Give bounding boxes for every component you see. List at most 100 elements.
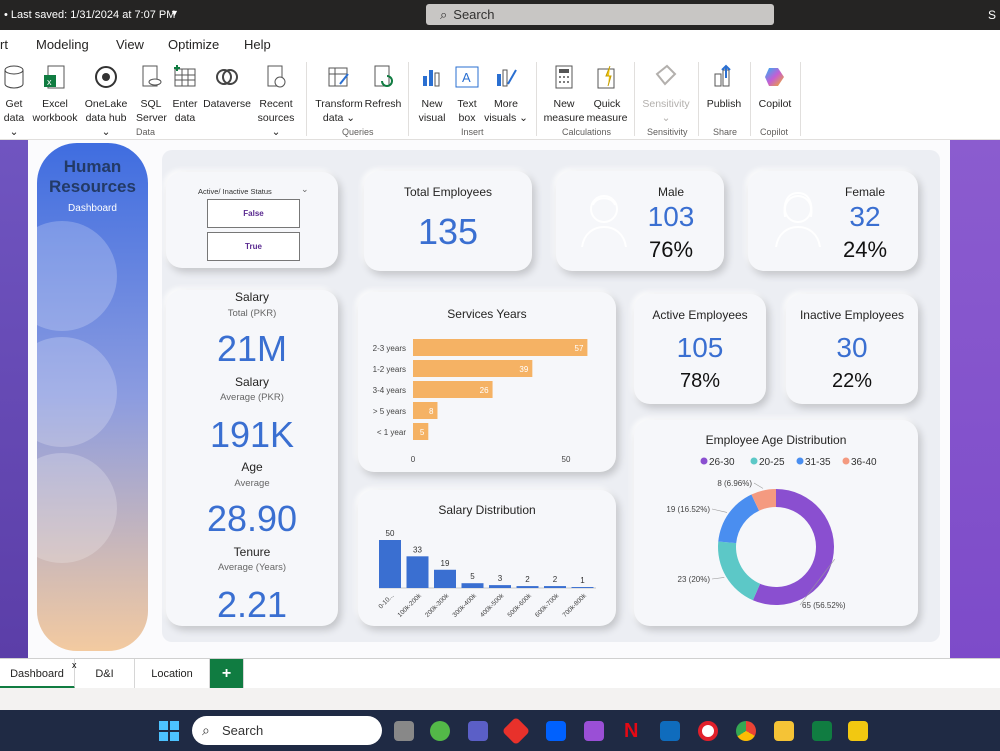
new-measure-button[interactable]: New measure xyxy=(542,64,586,125)
tick-label: 50 xyxy=(562,455,571,464)
menu-insert[interactable]: rt xyxy=(0,37,8,52)
legend-label: 36-40 xyxy=(851,457,877,468)
tab-di-label: D&I xyxy=(95,668,114,680)
category-label: 2-3 years xyxy=(373,344,406,353)
task-view-icon[interactable] xyxy=(394,721,414,741)
slicer-option-false[interactable]: False xyxy=(207,199,300,228)
female-label: Female xyxy=(844,185,885,199)
data-label: 8 xyxy=(429,407,434,416)
active-value: 105 xyxy=(676,332,724,363)
new-visual-button[interactable]: New visual xyxy=(416,64,448,125)
anydesk-icon[interactable] xyxy=(501,716,531,746)
quick-measure-button[interactable]: Quick measure xyxy=(586,64,628,125)
transform-data-button[interactable]: Transform data ⌄ xyxy=(314,64,364,125)
excel-icon: x xyxy=(44,65,65,89)
canvas-right-edge xyxy=(950,140,1000,658)
tick-label: 0 xyxy=(411,455,416,464)
taskbar: ⌕ Search N xyxy=(0,710,1000,751)
add-page-button[interactable]: + xyxy=(210,659,244,689)
netflix-icon[interactable]: N xyxy=(624,720,638,743)
taskbar-search-box[interactable]: ⌕ Search xyxy=(192,716,382,745)
more-visuals-l1: More xyxy=(494,98,518,110)
bar xyxy=(571,587,594,588)
text-box-button[interactable]: A Text box xyxy=(452,64,482,125)
onelake-button[interactable]: OneLake data hub ⌄ xyxy=(80,64,132,139)
text-box-icon: A xyxy=(455,66,479,88)
new-visual-l2: visual xyxy=(418,112,446,124)
menu-modeling[interactable]: Modeling xyxy=(36,37,89,52)
opera-icon[interactable] xyxy=(698,721,718,741)
tab-di[interactable]: D&I xyxy=(75,659,135,689)
excel-taskbar-icon[interactable] xyxy=(812,721,832,741)
ribbon-divider xyxy=(408,62,409,136)
data-label: 3 xyxy=(498,574,503,583)
legend-swatch xyxy=(750,457,758,465)
dataverse-button[interactable]: Dataverse xyxy=(203,64,251,111)
tab-dashboard[interactable]: Dashboard xyxy=(0,659,75,689)
account-initial[interactable]: S xyxy=(988,8,996,22)
canvas-left-edge xyxy=(0,140,28,658)
status-slicer: Active/ Inactive Status ⌄ False True xyxy=(166,172,338,268)
menu-help[interactable]: Help xyxy=(244,37,271,52)
refresh-button[interactable]: Refresh xyxy=(364,64,402,111)
utorrent-icon[interactable] xyxy=(430,721,450,741)
chrome-icon[interactable] xyxy=(736,721,756,741)
sql-server-button[interactable]: SQL Server xyxy=(136,64,167,125)
menu-optimize[interactable]: Optimize xyxy=(168,37,219,52)
excel-workbook-button[interactable]: x Excel workbook xyxy=(30,64,80,125)
title-search-label: Search xyxy=(453,7,495,22)
bar xyxy=(516,586,539,588)
power-bi-icon[interactable] xyxy=(848,721,868,741)
inactive-value: 30 xyxy=(836,332,868,363)
bar xyxy=(413,402,438,419)
bar-chart-icon xyxy=(423,70,440,87)
slicer-option-true[interactable]: True xyxy=(207,232,300,261)
female-card: Female 32 24% xyxy=(748,171,918,271)
copilot-button[interactable]: Copilot xyxy=(756,64,794,111)
category-label: 500k-600k xyxy=(506,592,533,619)
ribbon-divider xyxy=(306,62,307,136)
transform-l2: data ⌄ xyxy=(322,112,356,124)
chevron-down-icon[interactable]: ⌄ xyxy=(301,184,309,195)
sql-l1: SQL xyxy=(140,98,162,110)
tab-dashboard-label: Dashboard xyxy=(10,668,64,680)
group-data-label: Data xyxy=(136,127,156,137)
total-employees-value: 135 xyxy=(417,211,479,252)
recent-sources-button[interactable]: Recent sources ⌄ xyxy=(252,64,300,139)
sidebar-decoration xyxy=(37,453,117,563)
data-label: 23 (20%) xyxy=(678,575,711,584)
more-visuals-button[interactable]: More visuals ⌄ xyxy=(484,64,528,125)
teams-icon[interactable] xyxy=(468,721,488,741)
salary-distribution-chart: Salary Distribution 50 0-10... 33 100k-200k 1… xyxy=(377,503,596,619)
data-label: 57 xyxy=(575,344,584,353)
enter-data-button[interactable]: Enter data xyxy=(170,64,200,125)
caret-down-icon[interactable]: ▼ xyxy=(170,8,179,18)
category-label: 400k-500k xyxy=(479,592,506,619)
ribbon: Get data ⌄ x Excel workbook OneLake data hub… xyxy=(0,58,1000,140)
leader-line xyxy=(753,482,764,489)
outlook-icon[interactable] xyxy=(660,721,680,741)
last-saved-label[interactable]: • Last saved: 1/31/2024 at 7:07 PM xyxy=(4,9,175,21)
legend-swatch xyxy=(700,457,708,465)
recent-l2: sources ⌄ xyxy=(257,112,295,138)
clipchamp-icon[interactable] xyxy=(584,721,604,741)
recent-sources-icon xyxy=(267,65,286,88)
donut-slice xyxy=(718,541,761,601)
tab-location[interactable]: Location xyxy=(135,659,210,689)
ribbon-divider xyxy=(800,62,801,136)
transform-icon xyxy=(328,67,349,87)
title-search-box[interactable]: ⌕ Search xyxy=(426,4,774,25)
bar xyxy=(434,569,456,588)
salary-distribution-card: Salary Distribution 50 0-10... 33 100k-200k 1… xyxy=(358,490,616,626)
dropbox-icon[interactable] xyxy=(546,721,566,741)
get-data-button[interactable]: Get data ⌄ xyxy=(0,64,28,139)
total-employees-card: Total Employees 135 xyxy=(364,171,532,271)
publish-icon xyxy=(714,64,731,87)
file-explorer-icon[interactable] xyxy=(774,721,794,741)
chart-title: Services Years xyxy=(447,307,526,321)
publish-button[interactable]: Publish xyxy=(704,64,744,111)
windows-start-icon[interactable] xyxy=(158,720,180,742)
legend-label: 20-25 xyxy=(759,457,785,468)
menu-view[interactable]: View xyxy=(116,37,144,52)
sensitivity-button[interactable]: Sensitivity ⌄ xyxy=(640,64,692,125)
